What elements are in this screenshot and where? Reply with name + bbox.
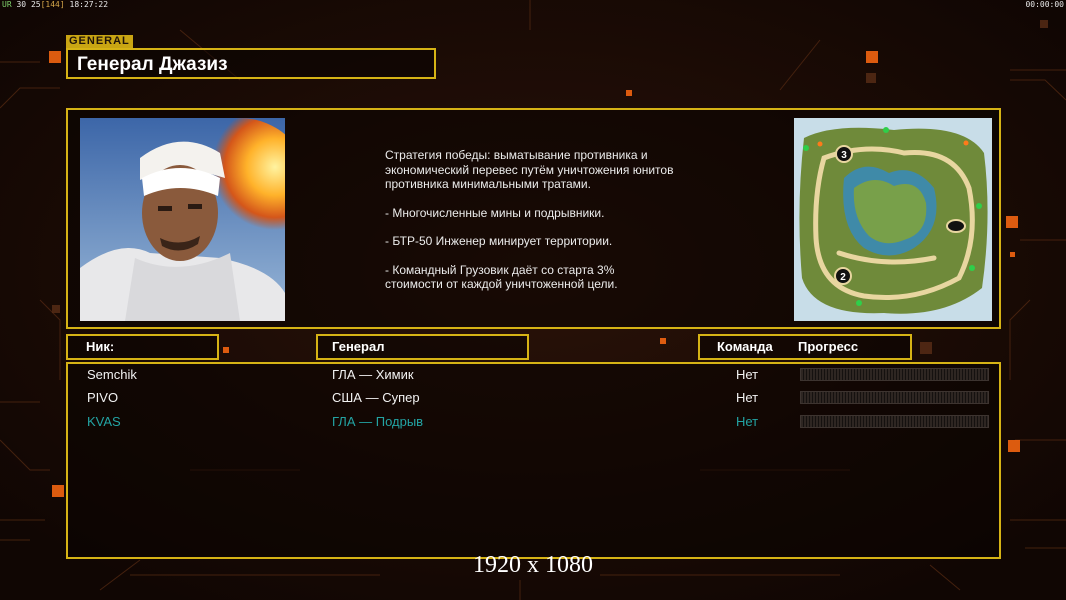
- player-row-pivo: PIVO США — Супер Нет: [68, 387, 999, 409]
- feature-apc: - БТР-50 Инженер минирует территории.: [385, 234, 613, 248]
- column-header-nick: Ник:: [66, 334, 219, 360]
- player-nick: Semchik: [87, 367, 137, 382]
- player-list: Semchik ГЛА — Химик Нет PIVO США — Супер…: [66, 362, 1001, 559]
- header-nick-label: Ник:: [86, 339, 115, 354]
- player-nick: PIVO: [87, 390, 119, 405]
- player-row-kvas: KVAS ГЛА — Подрыв Нет: [68, 411, 999, 433]
- map-marker-3: 3: [841, 150, 847, 161]
- general-name: Генерал Джазиз: [77, 54, 228, 75]
- player-general: ГЛА — Химик: [332, 367, 414, 382]
- player-team: Нет: [736, 390, 759, 405]
- player-team: Нет: [736, 367, 759, 382]
- resolution-label: 1920 x 1080: [473, 552, 593, 578]
- player-row-semchik: Semchik ГЛА — Химик Нет: [68, 364, 999, 386]
- status-prefix: UR: [2, 0, 12, 9]
- map-preview: 3 2: [794, 118, 992, 321]
- player-nick: KVAS: [87, 414, 121, 429]
- feature-truck: - Командный Грузовик даёт со старта 3% с…: [385, 262, 618, 292]
- strategy-description: Стратегия победы: выматывание противника…: [385, 148, 755, 306]
- player-progress-bar: [800, 391, 989, 404]
- status-latency: 25: [30, 0, 41, 9]
- player-team: Нет: [736, 414, 759, 429]
- strategy-text: Стратегия победы: выматывание противника…: [385, 148, 674, 191]
- player-progress-bar: [800, 415, 989, 428]
- header-progress-label: Прогресс: [798, 339, 859, 354]
- status-fps: 30: [16, 0, 27, 9]
- header-general-label: Генерал: [332, 339, 385, 354]
- game-timer: 00:00:00: [1025, 0, 1064, 9]
- map-marker-2: 2: [840, 272, 846, 283]
- general-portrait: [80, 118, 285, 321]
- status-bracket: [144]: [40, 0, 65, 9]
- player-progress-bar: [800, 368, 989, 381]
- feature-mines: - Многочисленные мины и подрывники.: [385, 205, 605, 220]
- player-general: ГЛА — Подрыв: [332, 414, 424, 429]
- general-title-box: Генерал Джазиз: [66, 48, 436, 79]
- column-header-general: Генерал: [316, 334, 529, 360]
- header-team-label: Команда: [717, 339, 773, 354]
- general-tag: GENERAL: [66, 35, 133, 48]
- player-general: США — Супер: [332, 390, 420, 405]
- status-clock: 18:27:22: [69, 0, 109, 9]
- column-header-team-progress: Команда Прогресс: [698, 334, 912, 360]
- status-bar: UR 30 25[144] 18:27:22: [2, 0, 108, 9]
- general-info-panel: Стратегия победы: выматывание противника…: [66, 108, 1001, 329]
